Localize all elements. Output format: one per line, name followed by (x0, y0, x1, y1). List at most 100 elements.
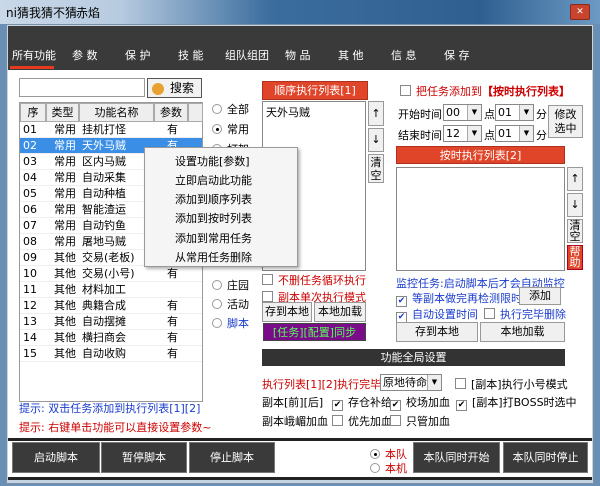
timed-clear-button[interactable]: 清空 (567, 219, 583, 243)
team-stop-button[interactable]: 本队同时停止 (503, 442, 588, 473)
col-type[interactable]: 类型 (46, 103, 79, 122)
table-row[interactable]: 12 其他 典籍合成 有 (20, 298, 202, 314)
window-subtitle: 赤焰 (76, 6, 101, 20)
modify-selected-button[interactable]: 修改选中 (548, 105, 583, 138)
stop-script-button[interactable]: 停止脚本 (189, 442, 275, 473)
start-time-label: 开始时间 (398, 108, 442, 121)
table-cell: 其他 (54, 251, 76, 264)
add-button[interactable]: 添加 (519, 287, 561, 305)
table-cell: 其他 (54, 315, 76, 328)
table-cell: 常用 (54, 171, 76, 184)
search-input[interactable] (19, 78, 145, 97)
tab-protect[interactable]: 保 护 (125, 47, 151, 63)
pre-post-label: 副本[前][后] (262, 396, 324, 409)
menu-add-seq[interactable]: 添加到顺序列表 (175, 191, 252, 207)
seq-list-item[interactable]: 天外马贼 (266, 104, 362, 120)
seq-up-button[interactable]: ↑ (368, 101, 384, 126)
hour-label: 点 (484, 108, 495, 121)
table-row[interactable]: 10 其他 交易(小号) 有 (20, 266, 202, 282)
col-extra (188, 103, 203, 122)
tab-params[interactable]: 参 数 (72, 47, 98, 63)
table-cell: 区内马贼 (82, 155, 126, 168)
timed-save-button[interactable]: 存到本地 (396, 322, 478, 342)
camp-heal-checkbox[interactable]: ✔ 校场加血 (390, 394, 450, 411)
col-name[interactable]: 功能名称 (79, 103, 154, 122)
finish-action-select[interactable]: 原地待命 ▼ (380, 374, 442, 391)
add-timed-checkbox[interactable]: 把任务添加到【按时执行列表】 (400, 83, 570, 99)
wait-checkbox[interactable]: ✔ 等副本做完再检测限时 (396, 290, 522, 307)
small-mode-checkbox[interactable]: [副本]执行小号模式 (455, 376, 568, 392)
table-cell: 常用 (54, 235, 76, 248)
table-cell: 其他 (54, 347, 76, 360)
seq-save-button[interactable]: 存到本地 (262, 302, 312, 322)
table-row[interactable]: 01 常用 挂机打怪 有 (20, 122, 202, 138)
seq-down-button[interactable]: ↓ (368, 128, 384, 152)
auto-time-checkbox[interactable]: ✔ 自动设置时间 (396, 306, 478, 323)
table-cell: 有 (167, 331, 178, 344)
table-cell: 有 (167, 123, 178, 136)
sync-button[interactable]: [任务][配置]同步 (263, 323, 366, 341)
table-cell: 常用 (54, 123, 76, 136)
menu-add-timed[interactable]: 添加到按时列表 (175, 210, 252, 226)
radio-local[interactable]: 本机 (370, 460, 407, 476)
tab-team[interactable]: 组队组团 (225, 47, 269, 63)
menu-remove-common[interactable]: 从常用任务删除 (175, 249, 252, 265)
table-row[interactable]: 14 其他 横扫商会 有 (20, 330, 202, 346)
table-cell: 有 (167, 299, 178, 312)
timed-load-button[interactable]: 本地加载 (480, 322, 565, 342)
table-cell: 有 (167, 315, 178, 328)
timed-list[interactable] (396, 167, 565, 271)
start-hour-select[interactable]: 00 ▼ (443, 104, 482, 121)
filter-script[interactable]: 脚本 (212, 315, 249, 331)
minute-label: 分 (536, 108, 547, 121)
table-row[interactable]: 11 其他 材料加工 (20, 282, 202, 298)
only-heal-checkbox[interactable]: 只管加血 (390, 413, 450, 429)
timed-up-button[interactable]: ↑ (567, 167, 583, 191)
timed-down-button[interactable]: ↓ (567, 193, 583, 217)
table-cell: 08 (23, 235, 37, 248)
menu-add-common[interactable]: 添加到常用任务 (175, 230, 252, 246)
filter-common[interactable]: 常用 (212, 121, 249, 137)
tab-all[interactable]: 所有功能 (12, 47, 56, 63)
table-cell: 10 (23, 267, 37, 280)
menu-set-params[interactable]: 设置功能[参数] (175, 153, 250, 169)
table-row[interactable]: 13 其他 自动摆摊 有 (20, 314, 202, 330)
table-cell: 其他 (54, 331, 76, 344)
delete-after-checkbox[interactable]: 执行完毕删除 (484, 306, 566, 322)
table-cell: 自动钓鱼 (82, 219, 126, 232)
table-cell: 智能渣运 (82, 203, 126, 216)
filter-all[interactable]: 全部 (212, 101, 249, 117)
table-row[interactable]: 15 其他 自动收购 有 (20, 346, 202, 362)
col-param[interactable]: 参数 (154, 103, 188, 122)
tab-save[interactable]: 保 存 (444, 47, 470, 63)
table-cell: 02 (23, 139, 37, 152)
priority-heal-checkbox[interactable]: 优先加血 (332, 413, 392, 429)
filter-event[interactable]: 活动 (212, 296, 249, 312)
close-icon[interactable]: ✕ (570, 4, 590, 20)
search-button[interactable]: 搜索 (147, 78, 202, 98)
end-hour-select[interactable]: 12 ▼ (443, 125, 482, 142)
help-button[interactable]: 帮助 (567, 245, 583, 270)
col-seq[interactable]: 序 (20, 103, 46, 122)
tab-skills[interactable]: 技 能 (178, 47, 204, 63)
table-cell: 常用 (54, 187, 76, 200)
tab-items[interactable]: 物 品 (285, 47, 311, 63)
store-checkbox[interactable]: ✔ 存仓补给 (332, 394, 392, 411)
boss-select-checkbox[interactable]: ✔ [副本]打BOSS时选中 (456, 394, 577, 411)
tab-other[interactable]: 其 他 (338, 47, 364, 63)
menu-start-now[interactable]: 立即启动此功能 (175, 172, 252, 188)
table-cell: 15 (23, 347, 37, 360)
filter-manor[interactable]: 庄园 (212, 277, 249, 293)
tab-info[interactable]: 信 息 (391, 47, 417, 63)
pause-script-button[interactable]: 暂停脚本 (101, 442, 187, 473)
start-minute-select[interactable]: 01 ▼ (495, 104, 534, 121)
seq-clear-button[interactable]: 清空 (368, 154, 384, 183)
table-cell: 交易(小号) (82, 267, 135, 280)
loop-checkbox[interactable]: 不删任务循环执行 (262, 272, 366, 288)
table-cell: 14 (23, 331, 37, 344)
end-minute-select[interactable]: 01 ▼ (495, 125, 534, 142)
start-script-button[interactable]: 启动脚本 (12, 442, 100, 473)
minute-label: 分 (536, 129, 547, 142)
team-start-button[interactable]: 本队同时开始 (413, 442, 500, 473)
seq-load-button[interactable]: 本地加载 (314, 302, 366, 322)
